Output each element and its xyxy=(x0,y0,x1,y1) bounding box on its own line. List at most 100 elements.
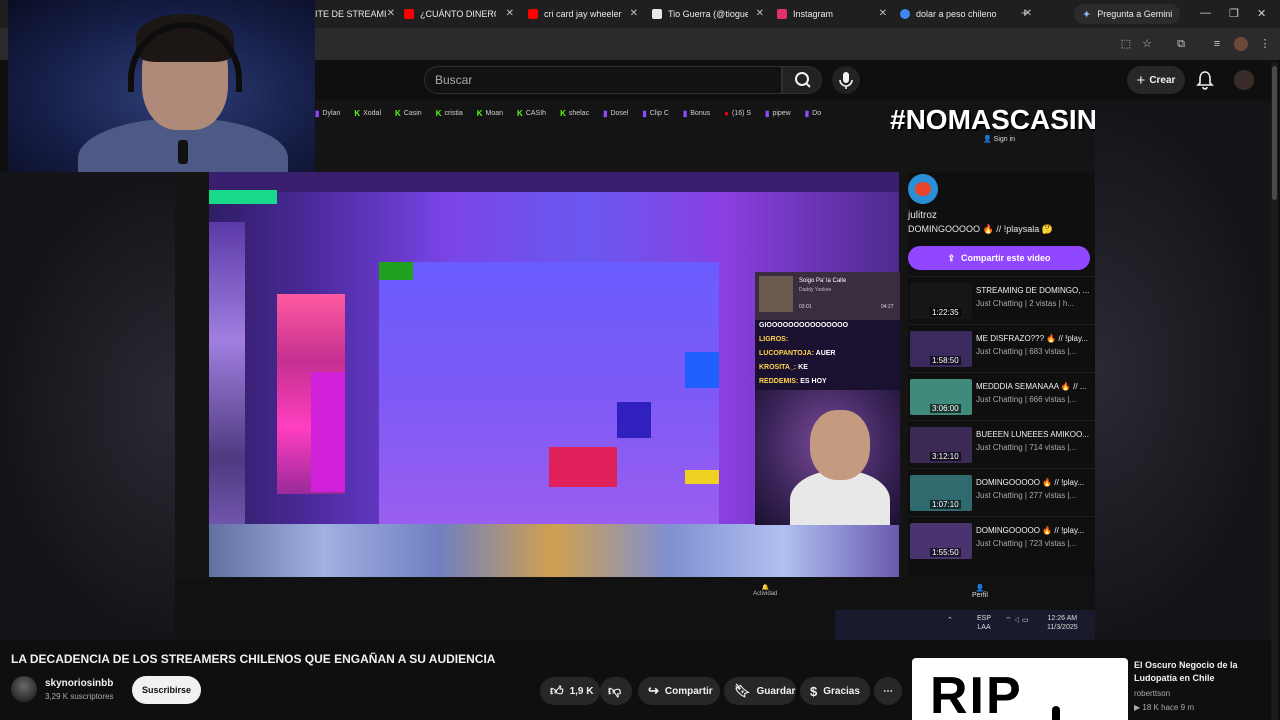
video-meta: Just Chatting | 714 vistas |... xyxy=(976,443,1077,452)
share-label: Compartir xyxy=(664,685,713,697)
hashtag-overlay: #NOMASCASINOS xyxy=(890,104,1095,135)
recommended-video-channel[interactable]: roberttson xyxy=(1134,689,1170,698)
notifications-bell-icon[interactable] xyxy=(1196,70,1214,90)
taskbar-clock: 12:26 AM 11/3/2025 xyxy=(1047,615,1078,631)
browser-profile-avatar[interactable] xyxy=(1234,37,1248,51)
video-duration: 1:22:35 xyxy=(930,308,961,317)
bookmark-item: Kcristia xyxy=(435,108,463,118)
video-player[interactable]: ▮ Dylan K Xodal K Casin Kcristia K Moan K CAS… xyxy=(175,100,1095,640)
close-icon[interactable]: ✕ xyxy=(387,8,395,19)
video-thumbnail: 3:06:00 xyxy=(910,379,972,415)
search-button[interactable] xyxy=(782,66,822,94)
save-button[interactable]: 🔖︎ Guardar xyxy=(724,677,796,705)
search-input[interactable]: Buscar xyxy=(424,66,782,94)
share-icon: ↪ xyxy=(648,683,659,698)
user-avatar[interactable] xyxy=(1234,70,1254,90)
media-control-icon[interactable]: ≡ xyxy=(1210,37,1224,51)
browser-tab-2[interactable]: ¿CUÁNTO DINERO G/ ✕ xyxy=(404,4,514,24)
close-icon[interactable]: ✕ xyxy=(506,8,514,19)
share-button[interactable]: ↪ Compartir xyxy=(638,677,720,705)
list-item[interactable]: 3:12:10 BUEEEN LUNEEES AMIKOO... Just Ch… xyxy=(908,420,1095,468)
bookmark-item: ▮ Dosel xyxy=(603,108,629,118)
more-actions-button[interactable]: ⋯ xyxy=(874,677,902,705)
create-button[interactable]: + Crear xyxy=(1127,66,1185,94)
new-tab-button[interactable]: + xyxy=(1021,5,1029,20)
bookmark-item: ▮ Dylan xyxy=(315,108,341,118)
instagram-icon xyxy=(777,9,787,19)
browser-tab-1[interactable]: ITE DE STREAMI ✕ xyxy=(315,4,395,24)
scrollbar-thumb[interactable] xyxy=(1272,66,1277,200)
search-icon xyxy=(795,72,811,88)
bookmark-item: ▮ pipew xyxy=(765,108,791,118)
thanks-label: Gracias xyxy=(823,685,860,697)
bookmark-star-icon[interactable]: ☆ xyxy=(1140,37,1154,51)
video-thumbnail: 3:12:10 xyxy=(910,427,972,463)
bookmark-item: K Moan xyxy=(476,108,504,118)
close-icon[interactable]: ✕ xyxy=(756,8,764,19)
channel-name[interactable]: julitroz xyxy=(908,210,937,221)
list-item[interactable]: 1:07:10 DOMINGOOOOO 🔥 // !play... Just C… xyxy=(908,468,1095,516)
google-icon xyxy=(900,9,910,19)
close-window-button[interactable]: ✕ xyxy=(1257,7,1266,20)
install-app-icon[interactable]: ⬚ xyxy=(1119,37,1133,51)
channel-name[interactable]: skynoriosinbb xyxy=(45,678,113,689)
creator-webcam xyxy=(8,0,315,172)
video-title: MEDDDIA SEMANAAA 🔥 // ... xyxy=(976,382,1087,391)
tab-label: ¿CUÁNTO DINERO G/ xyxy=(420,9,496,19)
list-item[interactable]: 1:55:50 DOMINGOOOOO 🔥 // !play... Just C… xyxy=(908,516,1095,564)
more-icon: ⋯ xyxy=(883,685,893,697)
recommended-video-thumbnail[interactable]: RIP xyxy=(912,658,1128,720)
ambient-glow-left xyxy=(0,172,175,640)
microphone-icon xyxy=(839,72,853,89)
channel-description: DOMINGOOOOO 🔥 // !playsala 🤔 xyxy=(908,224,1053,234)
actividad-tab: 🔔 Actividad xyxy=(753,585,778,597)
close-icon[interactable]: ✕ xyxy=(630,8,638,19)
thumbs-down-icon: 👎︎ xyxy=(608,683,622,698)
thumbs-up-icon: 👍︎ xyxy=(550,683,564,698)
video-list: 1:22:35 STREAMING DE DOMINGO, ... Just C… xyxy=(908,276,1095,564)
plus-icon: + xyxy=(1136,71,1146,89)
extensions-icon[interactable]: ⧉ xyxy=(1174,37,1188,51)
song-title: Soigo Pa' la Calle xyxy=(799,278,847,284)
voice-search-button[interactable] xyxy=(832,66,860,94)
menu-icon[interactable]: ⋮ xyxy=(1258,37,1272,51)
thanks-button[interactable]: $ Gracias xyxy=(800,677,870,705)
subscribe-button[interactable]: Suscribirse xyxy=(132,676,201,704)
chat-line: GIOOOOOOOOOOOOOOO xyxy=(759,322,849,329)
close-icon[interactable]: ✕ xyxy=(879,8,887,19)
bookmark-item: Kshelac xyxy=(560,108,590,118)
tab-label: cri card jay wheeler c xyxy=(544,9,624,19)
browser-tab-4[interactable]: Tio Guerra (@tioguer ✕ xyxy=(652,4,764,24)
video-title: BUEEEN LUNEEES AMIKOO... xyxy=(976,430,1089,439)
recorded-taskbar: ⌃ ESP LAA ⌔ ◁ ▭ 12:26 AM 11/3/2025 xyxy=(835,610,1095,640)
bookmark-item: K Casin xyxy=(395,108,422,118)
list-item[interactable]: 3:06:00 MEDDDIA SEMANAAA 🔥 // ... Just C… xyxy=(908,372,1095,420)
stream-chat: GIOOOOOOOOOOOOOOO LIGROS: LUCOPANTOJA: A… xyxy=(755,320,900,390)
recommended-video-title[interactable]: El Oscuro Negocio de la Ludopatía en Chi… xyxy=(1134,659,1274,685)
like-button[interactable]: 👍︎ 1,9 K xyxy=(540,677,600,705)
video-title: DOMINGOOOOO 🔥 // !play... xyxy=(976,478,1085,487)
dislike-button[interactable]: 👎︎ xyxy=(600,677,632,705)
list-item[interactable]: 1:22:35 STREAMING DE DOMINGO, ... Just C… xyxy=(908,276,1095,324)
channel-avatar[interactable] xyxy=(908,174,938,204)
minimize-button[interactable]: — xyxy=(1200,7,1211,19)
channel-avatar[interactable] xyxy=(11,676,37,702)
video-title: ME DISFRAZO??? 🔥 // !play... xyxy=(976,334,1089,343)
browser-tab-5[interactable]: Instagram ✕ xyxy=(777,4,887,24)
video-meta: Just Chatting | 683 vistas |... xyxy=(976,347,1077,356)
thumbnail-text: RIP xyxy=(930,667,1023,720)
video-duration: 1:55:50 xyxy=(930,548,961,557)
gemini-button[interactable]: ✦ Pregunta a Gemini xyxy=(1074,4,1181,24)
bookmark-item: K Xodal xyxy=(354,108,381,118)
browser-tab-3[interactable]: cri card jay wheeler c ✕ xyxy=(528,4,638,24)
share-video-button[interactable]: ⇪ Compartir este video xyxy=(908,246,1090,270)
upload-icon: ⇪ xyxy=(947,252,955,263)
like-count: 1,9 K xyxy=(569,685,594,697)
list-item[interactable]: 1:58:50 ME DISFRAZO??? 🔥 // !play... Jus… xyxy=(908,324,1095,372)
restore-button[interactable]: ❐ xyxy=(1229,7,1239,20)
screen: ITE DE STREAMI ✕ ¿CUÁNTO DINERO G/ ✕ cri… xyxy=(0,0,1280,720)
video-duration: 3:06:00 xyxy=(930,404,961,413)
browser-tab-6[interactable]: dolar a peso chileno ✕ xyxy=(900,4,1032,24)
tab-label: ITE DE STREAMI xyxy=(315,9,387,19)
music-player-widget: Soigo Pa' la Calle Daddy Yankee 03:01 04… xyxy=(755,272,900,320)
